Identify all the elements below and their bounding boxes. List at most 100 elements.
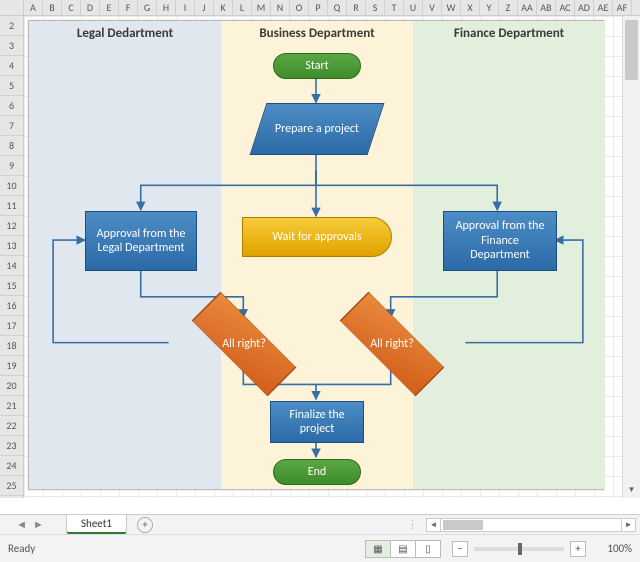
column-header[interactable]: T — [385, 0, 404, 15]
scroll-right-arrow-icon[interactable]: ► — [621, 519, 635, 531]
zoom-in-button[interactable]: + — [570, 541, 586, 557]
row-header[interactable]: 2 — [0, 16, 23, 36]
column-header[interactable]: D — [81, 0, 100, 15]
shape-prepare[interactable]: Prepare a project — [250, 103, 385, 155]
shape-label: Wait for approvals — [272, 230, 361, 244]
zoom-slider[interactable] — [474, 547, 564, 551]
column-header[interactable]: K — [214, 0, 233, 15]
row-header[interactable]: 20 — [0, 376, 23, 396]
column-header[interactable]: I — [176, 0, 195, 15]
row-header[interactable]: 22 — [0, 416, 23, 436]
row-header[interactable]: 11 — [0, 196, 23, 216]
scroll-down-arrow-icon[interactable]: ▼ — [623, 482, 640, 498]
zoom-level-label[interactable]: 100% — [592, 542, 632, 555]
column-header[interactable]: M — [252, 0, 271, 15]
row-header[interactable]: 15 — [0, 276, 23, 296]
row-header[interactable]: 18 — [0, 336, 23, 356]
column-header[interactable]: N — [271, 0, 290, 15]
column-header[interactable]: P — [309, 0, 328, 15]
column-header[interactable]: B — [43, 0, 62, 15]
spreadsheet-grid[interactable]: Legal Dedartment Business Department Fin… — [24, 16, 622, 498]
status-ready-label: Ready — [8, 542, 35, 555]
column-header[interactable]: Y — [480, 0, 499, 15]
row-header[interactable]: 23 — [0, 436, 23, 456]
row-header[interactable]: 24 — [0, 456, 23, 476]
tab-nav-next-icon[interactable]: ► — [33, 518, 44, 531]
row-header[interactable]: 19 — [0, 356, 23, 376]
column-header[interactable]: F — [119, 0, 138, 15]
column-header[interactable]: AC — [556, 0, 575, 15]
row-header[interactable]: 8 — [0, 136, 23, 156]
horizontal-scrollbar[interactable]: ◄ ► — [426, 518, 636, 532]
shape-start[interactable]: Start — [273, 53, 361, 79]
row-header[interactable]: 17 — [0, 316, 23, 336]
sheet-tab-active[interactable]: Sheet1 — [66, 515, 127, 534]
column-header[interactable]: Q — [328, 0, 347, 15]
view-page-layout-button[interactable]: ▤ — [390, 540, 416, 558]
shape-approval-finance[interactable]: Approval from the Finance Department — [443, 211, 557, 271]
select-all-corner[interactable] — [0, 0, 24, 15]
row-header[interactable]: 9 — [0, 156, 23, 176]
shape-end[interactable]: End — [273, 459, 361, 485]
row-header[interactable]: 12 — [0, 216, 23, 236]
column-header[interactable]: R — [347, 0, 366, 15]
row-header[interactable]: 6 — [0, 96, 23, 116]
column-header[interactable]: H — [157, 0, 176, 15]
plus-icon: + — [142, 518, 147, 531]
column-header[interactable]: AA — [518, 0, 537, 15]
vertical-scrollbar[interactable]: ▲ ▼ — [622, 16, 640, 498]
vertical-scroll-thumb[interactable] — [625, 20, 638, 80]
column-header[interactable]: V — [423, 0, 442, 15]
shape-decision-right[interactable]: All right? — [317, 316, 467, 372]
row-header[interactable]: 14 — [0, 256, 23, 276]
row-header[interactable]: 16 — [0, 296, 23, 316]
column-header[interactable]: X — [461, 0, 480, 15]
column-header[interactable]: Z — [499, 0, 518, 15]
shape-label: All right? — [169, 316, 319, 372]
scroll-left-arrow-icon[interactable]: ◄ — [427, 519, 441, 531]
zoom-slider-thumb[interactable] — [518, 543, 522, 555]
tab-nav-prev-icon[interactable]: ◄ — [16, 518, 27, 531]
row-header[interactable]: 7 — [0, 116, 23, 136]
row-header[interactable]: 21 — [0, 396, 23, 416]
column-header[interactable]: AB — [537, 0, 556, 15]
column-header[interactable]: U — [404, 0, 423, 15]
column-header[interactable]: AD — [575, 0, 594, 15]
column-header-row: ABCDEFGHIJKLMNOPQRSTUVWXYZAAABACADAEAF — [0, 0, 640, 16]
row-header[interactable]: 5 — [0, 76, 23, 96]
new-sheet-button[interactable]: + — [137, 517, 153, 533]
column-header[interactable]: O — [290, 0, 309, 15]
row-header[interactable]: 25 — [0, 476, 23, 496]
swimlane-header-business: Business Department — [221, 21, 413, 47]
shape-approval-legal[interactable]: Approval from the Legal Department — [85, 211, 197, 271]
horizontal-scroll-thumb[interactable] — [443, 520, 483, 530]
column-header[interactable]: C — [62, 0, 81, 15]
view-switcher: ▦ ▤ ▯ — [365, 540, 440, 558]
shape-label: Approval from the Legal Department — [94, 227, 188, 256]
flowchart-container[interactable]: Legal Dedartment Business Department Fin… — [28, 20, 604, 490]
shape-decision-left[interactable]: All right? — [169, 316, 319, 372]
row-header[interactable]: 4 — [0, 56, 23, 76]
shape-wait[interactable]: Wait for approvals — [242, 217, 392, 257]
column-header[interactable]: S — [366, 0, 385, 15]
column-header[interactable]: W — [442, 0, 461, 15]
column-header[interactable]: G — [138, 0, 157, 15]
grid-cells[interactable]: Legal Dedartment Business Department Fin… — [24, 16, 622, 498]
view-normal-button[interactable]: ▦ — [365, 540, 391, 558]
tabbar-separator: ⋮ — [407, 518, 418, 531]
zoom-out-button[interactable]: − — [452, 541, 468, 557]
column-header[interactable]: AF — [613, 0, 632, 15]
shape-finalize[interactable]: Finalize the project — [270, 401, 364, 443]
column-header[interactable]: J — [195, 0, 214, 15]
swimlane-header-finance: Finance Department — [413, 21, 605, 47]
row-header[interactable]: 3 — [0, 36, 23, 56]
column-header[interactable]: A — [24, 0, 43, 15]
column-header[interactable]: E — [100, 0, 119, 15]
row-header[interactable]: 13 — [0, 236, 23, 256]
shape-label: Prepare a project — [275, 122, 359, 136]
row-header[interactable]: 10 — [0, 176, 23, 196]
column-header[interactable]: L — [233, 0, 252, 15]
view-page-break-button[interactable]: ▯ — [415, 540, 441, 558]
column-header[interactable]: AE — [594, 0, 613, 15]
shape-label: All right? — [317, 316, 467, 372]
